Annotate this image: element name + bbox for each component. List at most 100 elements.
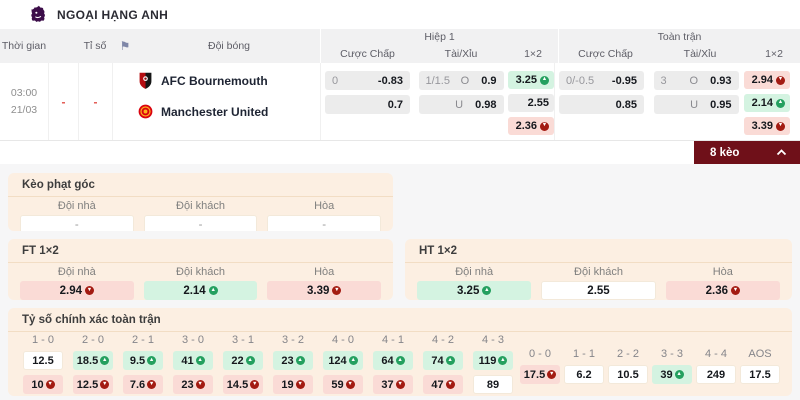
- odds-value: 0.7: [387, 98, 403, 111]
- score-odds-cell[interactable]: 119 ▲: [473, 351, 513, 370]
- score-odds-cell[interactable]: 74 ▲: [423, 351, 463, 370]
- handicap-odds-cell[interactable]: 0.85: [559, 95, 644, 114]
- trend-down-icon: ▼: [540, 121, 549, 131]
- trend-up-icon: ▲: [776, 98, 785, 108]
- odds-value: 23: [181, 378, 194, 391]
- score-odds-cell[interactable]: 22 ▲: [223, 351, 263, 370]
- score-column: 4 - 3 119 ▲ 89: [468, 334, 518, 394]
- away-team-row[interactable]: Manchester United: [138, 102, 320, 121]
- odds-value: -: [74, 218, 79, 231]
- score-odds-cell[interactable]: 19 ▼: [273, 375, 313, 394]
- overunder-odds-cell[interactable]: U 0.98: [418, 95, 504, 114]
- handicap-line: 0: [332, 74, 339, 87]
- overunder-odds-cell[interactable]: 1/1.5 O 0.9: [418, 71, 504, 90]
- handicap-odds-cell[interactable]: 0.7: [325, 95, 410, 114]
- ht-away-odds[interactable]: 2.55: [541, 281, 656, 300]
- col-header-1x2-ft: 1×2: [765, 48, 783, 60]
- score-odds-cell[interactable]: 7.6 ▼: [123, 375, 163, 394]
- 1x2-home-odds-cell[interactable]: 2.94 ▼: [744, 71, 790, 89]
- score-odds-cell[interactable]: 9.5 ▲: [123, 351, 163, 370]
- corner-draw-odds[interactable]: -: [267, 215, 382, 231]
- ht-home-odds[interactable]: 3.25 ▲: [417, 281, 532, 300]
- odds-value: 9.5: [129, 354, 146, 367]
- score-odds-cell[interactable]: 47 ▼: [423, 375, 463, 394]
- trend-down-icon: ▼: [445, 380, 455, 389]
- 1x2-draw-odds-cell[interactable]: 3.39 ▼: [744, 117, 790, 135]
- score-odds-cell[interactable]: 23 ▲: [273, 351, 313, 370]
- score-odds-cell[interactable]: 39 ▲: [652, 365, 692, 384]
- 1x2-draw-odds-cell[interactable]: 2.36 ▼: [508, 117, 554, 135]
- odds-value: 2.36: [705, 284, 729, 297]
- score-odds-cell[interactable]: 59 ▼: [323, 375, 363, 394]
- ft-away-odds[interactable]: 2.14 ▲: [143, 281, 258, 300]
- bournemouth-crest: [139, 72, 152, 89]
- col-header-score: Tỉ số: [83, 40, 107, 52]
- odds-value: 10.5: [617, 368, 639, 381]
- 1x2-away-odds-cell[interactable]: 2.14 ▲: [744, 94, 790, 112]
- odds-value: 124: [328, 354, 347, 367]
- col-header-handicap-h1: Cược Chấp: [340, 48, 395, 60]
- score-column: 4 - 4 249: [694, 334, 738, 394]
- odds-value: 0.93: [710, 74, 732, 87]
- section-ht-1x2: HT 1×2 Đội nhà 3.25 ▲ Đội khách 2.55 Hòa …: [405, 239, 792, 300]
- overunder-odds-cell[interactable]: U 0.95: [653, 95, 739, 114]
- match-row: 03:00 21/03 - - AFC Bournemouth Manchest…: [0, 63, 800, 141]
- score-odds-cell[interactable]: 64 ▲: [373, 351, 413, 370]
- score-odds-cell[interactable]: 12.5 ▼: [73, 375, 113, 394]
- score-odds-cell[interactable]: 41 ▲: [173, 351, 213, 370]
- section-title: HT 1×2: [405, 239, 792, 263]
- score-odds-cell[interactable]: 124 ▲: [323, 351, 363, 370]
- score-column: 4 - 0 124 ▲ 59 ▼: [318, 334, 368, 394]
- odds-value: 64: [381, 354, 394, 367]
- odds-value: 7.6: [129, 378, 146, 391]
- score-label: 2 - 0: [81, 334, 104, 346]
- home-team-row[interactable]: AFC Bournemouth: [138, 71, 320, 90]
- col-header-time: Thời gian: [1, 40, 47, 52]
- trend-up-icon: ▲: [245, 356, 255, 365]
- match-date: 21/03: [10, 103, 38, 116]
- handicap-odds-cell[interactable]: 0 -0.83: [325, 71, 410, 90]
- score-odds-cell[interactable]: 12.5: [23, 351, 63, 370]
- score-odds-cell[interactable]: 10 ▼: [23, 375, 63, 394]
- group-label-half1: Hiệp 1: [424, 31, 455, 43]
- odds-value: -0.95: [611, 74, 637, 87]
- ft-draw-odds[interactable]: 3.39 ▼: [267, 281, 382, 300]
- score-odds-cell[interactable]: 6.2: [564, 365, 604, 384]
- ft-home-odds[interactable]: 2.94 ▼: [20, 281, 134, 300]
- odds-value: 39: [660, 368, 673, 381]
- handicap-line: 0/-0.5: [566, 74, 595, 87]
- score-odds-cell[interactable]: 10.5: [608, 365, 648, 384]
- score-label: 3 - 1: [231, 334, 254, 346]
- corner-away-odds[interactable]: -: [143, 215, 258, 231]
- trend-down-icon: ▼: [100, 380, 110, 389]
- score-label: 4 - 2: [431, 334, 454, 346]
- 1x2-home-odds-cell[interactable]: 3.25 ▲: [508, 71, 554, 89]
- trend-down-icon: ▼: [332, 286, 342, 295]
- section-title: FT 1×2: [8, 239, 393, 263]
- score-label: 3 - 2: [281, 334, 304, 346]
- ht-draw-odds[interactable]: 2.36 ▼: [665, 281, 780, 300]
- odds-value: 74: [431, 354, 444, 367]
- score-odds-cell[interactable]: 17.5: [740, 365, 780, 384]
- score-odds-cell[interactable]: 23 ▼: [173, 375, 213, 394]
- score-odds-cell[interactable]: 14.5 ▼: [223, 375, 263, 394]
- odds-group-full: 0/-0.5 -0.95 0.85 3 O 0.93 U 0.95 2.94 ▼…: [554, 63, 790, 140]
- handicap-odds-cell[interactable]: 0/-0.5 -0.95: [559, 71, 644, 90]
- score-column: 3 - 3 39 ▲: [650, 334, 694, 394]
- corner-home-odds[interactable]: -: [20, 215, 134, 231]
- trend-down-icon: ▼: [547, 370, 557, 379]
- under-label: U: [690, 98, 699, 111]
- score-odds-cell[interactable]: 17.5 ▼: [520, 365, 560, 384]
- odds-value: -: [322, 218, 327, 231]
- score-odds-cell[interactable]: 89: [473, 375, 513, 394]
- odds-value: 2.14: [183, 284, 206, 297]
- keo-count-toggle[interactable]: 8 kèo: [694, 141, 800, 164]
- score-column: 3 - 1 22 ▲ 14.5 ▼: [218, 334, 268, 394]
- score-odds-cell[interactable]: 37 ▼: [373, 375, 413, 394]
- score-odds-cell[interactable]: 249: [696, 365, 736, 384]
- score-odds-cell[interactable]: 18.5 ▲: [73, 351, 113, 370]
- 1x2-away-odds-cell[interactable]: 2.55: [508, 94, 554, 112]
- trend-down-icon: ▼: [85, 286, 95, 295]
- overunder-odds-cell[interactable]: 3 O 0.93: [653, 71, 739, 90]
- odds-value: 3.39: [306, 284, 330, 297]
